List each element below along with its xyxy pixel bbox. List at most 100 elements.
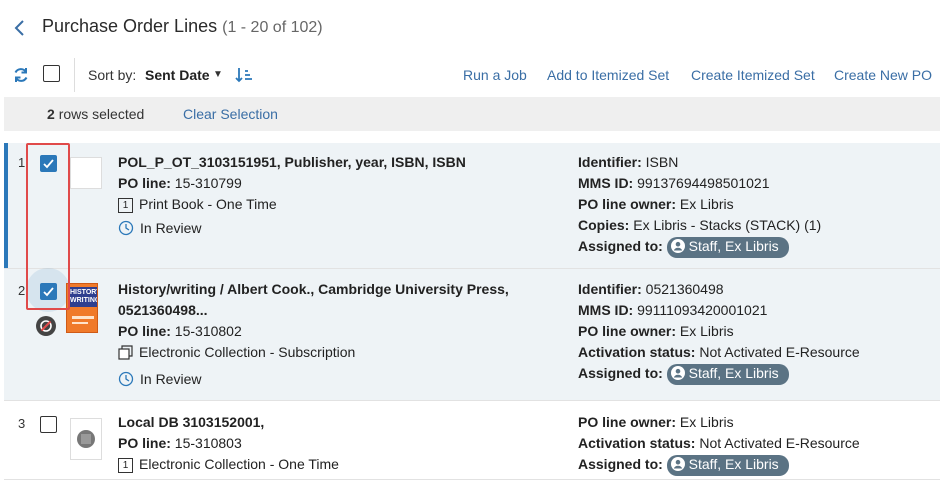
page-header: Purchase Order Lines (1 - 20 of 102) xyxy=(0,0,940,56)
identifier-label: Identifier: xyxy=(578,281,642,297)
table-row[interactable]: 3 Local DB 3103152001, PO line: 15-31080… xyxy=(4,402,940,480)
workflow-status: In Review xyxy=(118,369,538,393)
row-title[interactable]: POL_P_OT_3103151951, Publisher, year, IS… xyxy=(118,152,538,173)
sort-direction-icon[interactable] xyxy=(234,65,254,85)
book-cover-title: HISTORY/ WRITING xyxy=(70,289,98,304)
po-line-owner-value: Ex Libris xyxy=(679,323,734,339)
copies-count-icon: 1 xyxy=(118,458,133,473)
workflow-status: In Review xyxy=(118,218,538,242)
select-all-checkbox[interactable] xyxy=(43,65,60,82)
collection-icon xyxy=(118,345,133,366)
mms-id-value: 99137694498501021 xyxy=(637,175,770,191)
copies-count-icon: 1 xyxy=(118,198,133,213)
row-main-info: Local DB 3103152001, PO line: 15-310803 … xyxy=(118,412,538,475)
po-line-owner-label: PO line owner: xyxy=(578,414,677,430)
refresh-icon[interactable] xyxy=(12,66,30,84)
toolbar-divider xyxy=(74,58,75,92)
row-number: 2 xyxy=(18,283,26,298)
activation-status-value: Not Activated E-Resource xyxy=(699,435,860,451)
database-thumbnail xyxy=(70,418,102,460)
activation-status-label: Activation status: xyxy=(578,344,696,360)
material-type: 1 Print Book - One Time xyxy=(118,194,538,215)
status-text: In Review xyxy=(140,220,202,236)
toolbar: Sort by: Sent Date ▼ Run a Job Add to It… xyxy=(0,58,940,94)
identifier-value: 0521360498 xyxy=(645,281,724,297)
identifier-value: ISBN xyxy=(645,154,679,170)
mms-id-label: MMS ID: xyxy=(578,302,634,318)
po-line-owner-value: Ex Libris xyxy=(679,196,734,212)
user-icon xyxy=(670,365,685,385)
result-range: (1 - 20 of 102) xyxy=(222,19,323,36)
user-icon xyxy=(670,238,685,258)
po-line-owner-value: Ex Libris xyxy=(679,414,734,430)
row-selected-indicator xyxy=(4,143,8,268)
checkbox-highlight-box xyxy=(26,143,70,310)
identifier-label: Identifier: xyxy=(578,154,642,170)
mms-id-value: 99111093420001021 xyxy=(637,302,768,318)
status-text: In Review xyxy=(140,371,202,387)
book-cover-thumbnail: HISTORY/ WRITING xyxy=(66,283,98,333)
assignee-name: Staff, Ex Libris xyxy=(688,237,779,254)
row-title-line-2[interactable]: 0521360498... xyxy=(118,300,538,321)
po-line: PO line: 15-310803 xyxy=(118,433,538,454)
clock-icon xyxy=(118,220,134,242)
selection-count: 2 rows selected xyxy=(47,106,144,122)
activation-status-value: Not Activated E-Resource xyxy=(699,344,860,360)
material-type: Electronic Collection - Subscription xyxy=(118,342,538,366)
page-title: Purchase Order Lines (1 - 20 of 102) xyxy=(42,16,323,37)
assigned-to-label: Assigned to: xyxy=(578,238,663,254)
assigned-to-label: Assigned to: xyxy=(578,365,663,381)
material-type-text: Electronic Collection - One Time xyxy=(139,456,339,472)
selected-count-label: rows selected xyxy=(58,106,145,122)
po-line-value: 15-310799 xyxy=(174,175,242,191)
assignee-name: Staff, Ex Libris xyxy=(688,455,779,472)
po-line-value: 15-310803 xyxy=(174,435,242,451)
po-line: PO line: 15-310802 xyxy=(118,321,538,342)
po-line-value: 15-310802 xyxy=(174,323,242,339)
mms-id-label: MMS ID: xyxy=(578,175,634,191)
po-line: PO line: 15-310799 xyxy=(118,173,538,194)
row-side-info: Identifier: ISBN MMS ID: 991376944985010… xyxy=(578,152,938,258)
create-itemized-set-link[interactable]: Create Itemized Set xyxy=(691,67,815,83)
create-new-po-link[interactable]: Create New PO xyxy=(834,67,932,83)
assignee-badge[interactable]: Staff, Ex Libris xyxy=(666,236,789,258)
no-inventory-icon xyxy=(36,316,56,336)
row-title[interactable]: Local DB 3103152001, xyxy=(118,412,538,433)
sort-field-select[interactable]: Sent Date xyxy=(145,67,210,83)
row-main-info: POL_P_OT_3103151951, Publisher, year, IS… xyxy=(118,152,538,242)
run-a-job-link[interactable]: Run a Job xyxy=(463,67,527,83)
po-line-owner-label: PO line owner: xyxy=(578,323,677,339)
material-type-text: Print Book - One Time xyxy=(139,196,277,212)
assignee-name: Staff, Ex Libris xyxy=(688,364,779,381)
sort-dropdown-caret-icon[interactable]: ▼ xyxy=(213,69,223,80)
material-type: 1 Electronic Collection - One Time xyxy=(118,454,538,475)
add-to-itemized-set-link[interactable]: Add to Itemized Set xyxy=(547,67,669,83)
page-title-text: Purchase Order Lines xyxy=(42,16,218,36)
clear-selection-link[interactable]: Clear Selection xyxy=(183,106,278,122)
row-checkbox[interactable] xyxy=(40,416,57,433)
selection-bar: 2 rows selected Clear Selection xyxy=(4,97,940,131)
sort-by-label: Sort by: xyxy=(88,67,137,83)
user-icon xyxy=(670,456,685,476)
assignee-badge[interactable]: Staff, Ex Libris xyxy=(666,363,789,385)
thumbnail-placeholder xyxy=(70,157,102,189)
table-row[interactable]: 2 History/writing / Albert Cook., Cambri… xyxy=(4,269,940,401)
clock-icon xyxy=(118,371,134,393)
row-title-line-1[interactable]: History/writing / Albert Cook., Cambridg… xyxy=(118,279,538,300)
row-main-info: History/writing / Albert Cook., Cambridg… xyxy=(118,279,538,393)
po-line-label: PO line: xyxy=(118,435,171,451)
po-line-label: PO line: xyxy=(118,175,171,191)
po-line-label: PO line: xyxy=(118,323,171,339)
back-chevron-icon[interactable] xyxy=(10,17,30,39)
material-type-text: Electronic Collection - Subscription xyxy=(139,344,356,360)
selected-count-number: 2 xyxy=(47,106,55,122)
row-side-info: PO line owner: Ex Libris Activation stat… xyxy=(578,412,938,476)
activation-status-label: Activation status: xyxy=(578,435,696,451)
assignee-badge[interactable]: Staff, Ex Libris xyxy=(666,454,789,476)
po-line-owner-label: PO line owner: xyxy=(578,196,677,212)
copies-value: Ex Libris - Stacks (STACK) (1) xyxy=(633,217,822,233)
row-number: 3 xyxy=(18,416,26,431)
table-row[interactable]: 1 POL_P_OT_3103151951, Publisher, year, … xyxy=(4,143,940,269)
copies-label: Copies: xyxy=(578,217,630,233)
assigned-to-label: Assigned to: xyxy=(578,456,663,472)
